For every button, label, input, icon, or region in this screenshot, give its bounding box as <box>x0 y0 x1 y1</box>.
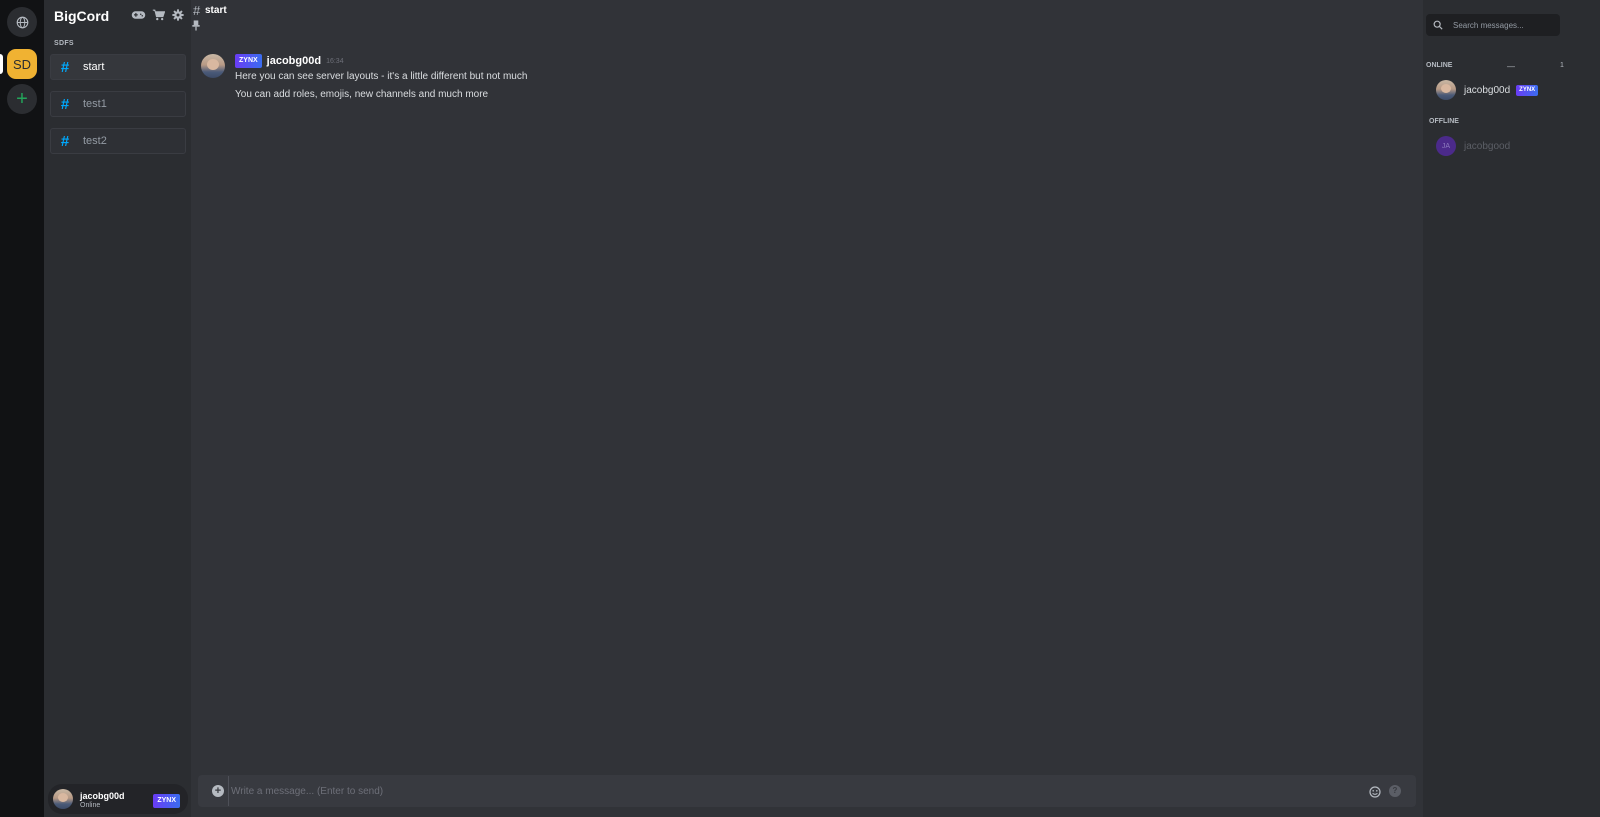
role-badge: ZYNX <box>235 54 262 68</box>
channel-label: test2 <box>83 135 107 147</box>
gear-icon <box>172 9 184 21</box>
settings-button[interactable] <box>170 8 186 22</box>
user-name: jacobg00d <box>80 791 125 801</box>
channel-label: test1 <box>83 98 107 110</box>
member-list: ONLINE — 1 jacobg00d ZYNX OFFLINE JA jac… <box>1423 0 1600 817</box>
gamepad-icon <box>131 11 145 19</box>
member-name: jacobgood <box>1464 140 1511 152</box>
server-name[interactable]: BigCord <box>54 8 109 24</box>
message-input[interactable] <box>228 776 1366 806</box>
globe-icon <box>16 16 28 28</box>
avatar <box>1436 80 1456 100</box>
message-text: You can add roles, emojis, new channels … <box>235 89 489 100</box>
avatar[interactable] <box>201 54 225 78</box>
channel-item-start[interactable]: # start <box>50 54 186 80</box>
app-window: SD + BigCord SDFS # start # test1 # test… <box>0 0 1600 817</box>
online-count: 1 <box>1560 62 1564 69</box>
question-icon: ? <box>1392 786 1398 795</box>
attach-button[interactable]: + <box>212 785 224 797</box>
channel-label: start <box>83 61 105 73</box>
message-composer: + ? <box>198 775 1416 807</box>
server-icon-sd[interactable]: SD <box>7 49 37 79</box>
avatar: JA <box>1436 136 1456 156</box>
member-item-offline[interactable]: JA jacobgood <box>1436 136 1510 156</box>
member-item-online[interactable]: jacobg00d ZYNX <box>1436 80 1539 100</box>
hash-icon: # <box>193 3 201 18</box>
role-badge: ZYNX <box>153 794 180 808</box>
explore-servers-button[interactable] <box>7 7 37 37</box>
message-timestamp: 16:34 <box>326 57 344 65</box>
avatar <box>53 789 73 809</box>
offline-section-title: OFFLINE <box>1429 118 1459 125</box>
pinned-messages-button[interactable] <box>191 18 201 31</box>
online-section-title: ONLINE <box>1426 62 1453 69</box>
gamepad-button[interactable] <box>130 8 146 22</box>
user-status: Online <box>80 802 101 809</box>
hash-icon: # <box>60 95 70 113</box>
message-author[interactable]: jacobg00d <box>267 55 321 67</box>
active-server-indicator <box>0 54 3 74</box>
pin-icon <box>192 20 200 31</box>
hash-icon: # <box>60 58 70 76</box>
channel-category: SDFS <box>54 40 74 47</box>
channel-item-test1[interactable]: # test1 <box>50 91 186 117</box>
online-section-separator: — <box>1507 62 1515 71</box>
role-badge: ZYNX <box>1516 84 1539 96</box>
add-server-button[interactable]: + <box>7 84 37 114</box>
hash-icon: # <box>60 132 70 150</box>
emoji-button[interactable] <box>1369 785 1381 798</box>
plus-circle-icon: + <box>214 785 222 797</box>
help-button[interactable]: ? <box>1389 785 1401 797</box>
shop-button[interactable] <box>150 8 166 22</box>
channel-item-test2[interactable]: # test2 <box>50 128 186 154</box>
user-panel[interactable]: jacobg00d Online ZYNX <box>48 784 188 814</box>
plus-icon: + <box>16 87 28 110</box>
message-text: Here you can see server layouts - it's a… <box>235 71 528 82</box>
cart-icon <box>152 9 165 21</box>
channel-sidebar: BigCord SDFS # start # test1 # test2 jac… <box>44 0 191 817</box>
server-toolbar <box>130 8 186 22</box>
emoji-icon <box>1369 786 1381 798</box>
search-input[interactable] <box>1453 14 1557 36</box>
server-rail: SD + <box>0 0 44 817</box>
search-box <box>1426 14 1560 36</box>
channel-title: start <box>205 5 227 16</box>
chat-area: # start ZYNX jacobg00d 16:34 Here you ca… <box>191 0 1423 817</box>
message-header: ZYNX jacobg00d 16:34 <box>235 54 344 68</box>
search-icon <box>1433 20 1443 30</box>
member-name: jacobg00d <box>1464 84 1511 96</box>
